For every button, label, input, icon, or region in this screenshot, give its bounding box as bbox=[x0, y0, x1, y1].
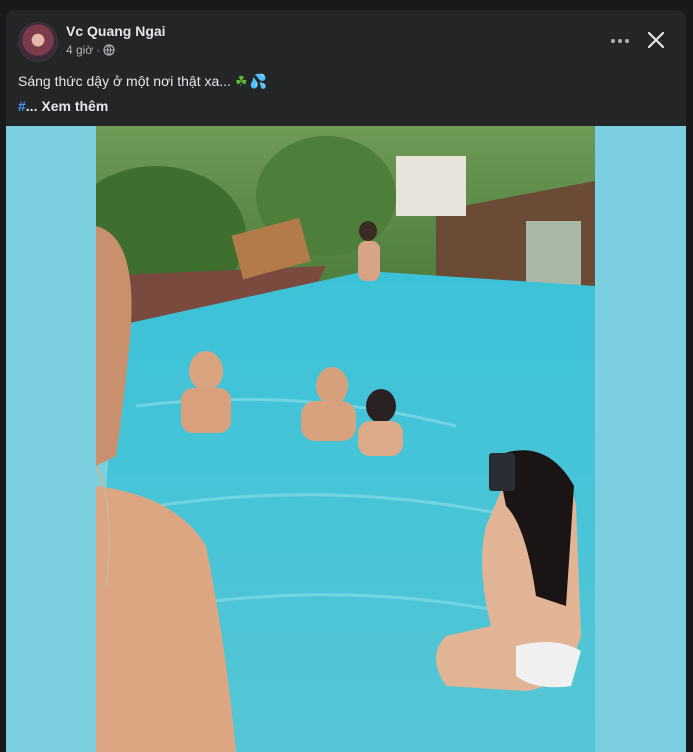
sweat-droplets-emoji: 💦 bbox=[249, 73, 267, 89]
post-meta: 4 giờ · bbox=[66, 43, 115, 57]
herb-emoji: ☘ bbox=[234, 73, 248, 89]
post-header: Vc Quang Ngai 4 giờ · bbox=[6, 10, 686, 70]
post-time[interactable]: 4 giờ bbox=[66, 43, 93, 57]
hashtag-link[interactable]: # bbox=[18, 98, 26, 114]
caption-text: Sáng thức dậy ở một nơi thật xa... bbox=[18, 73, 231, 89]
close-icon[interactable] bbox=[642, 26, 670, 54]
meta-separator: · bbox=[96, 43, 101, 57]
see-more-link[interactable]: ... Xem thêm bbox=[26, 98, 108, 114]
post-card: Vc Quang Ngai 4 giờ · Sáng thức dậy ở mộ… bbox=[6, 10, 686, 752]
pool-photo-illustration bbox=[96, 126, 595, 752]
post-photo[interactable] bbox=[96, 126, 595, 752]
globe-icon[interactable] bbox=[103, 44, 115, 56]
post-media[interactable] bbox=[6, 126, 686, 752]
author-name[interactable]: Vc Quang Ngai bbox=[66, 23, 166, 39]
caption-more-line: #... Xem thêm bbox=[18, 98, 108, 114]
post-caption: Sáng thức dậy ở một nơi thật xa... ☘ 💦 bbox=[18, 73, 267, 90]
more-horizontal-icon[interactable] bbox=[604, 30, 636, 52]
author-avatar[interactable] bbox=[18, 22, 58, 62]
